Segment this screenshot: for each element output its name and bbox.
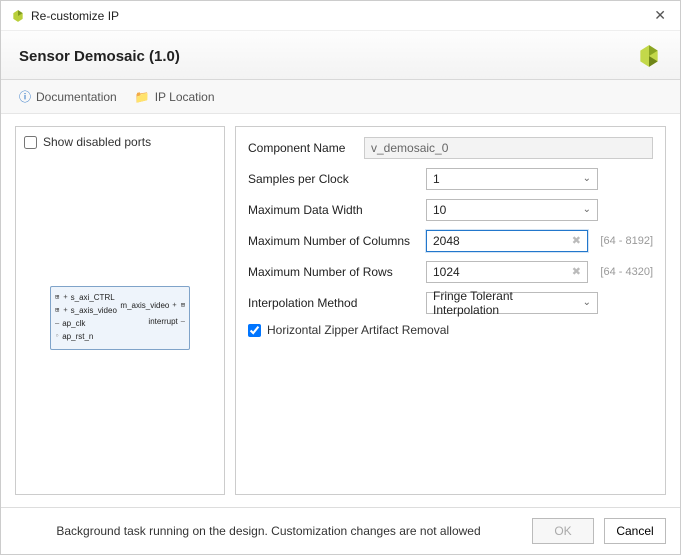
- max-data-width-row: Maximum Data Width 10 ⌄: [248, 199, 653, 221]
- header: Sensor Demosaic (1.0): [1, 31, 680, 80]
- max-data-width-label: Maximum Data Width: [248, 203, 418, 217]
- ip-block-diagram: ⊞ +s_axi_CTRL ⊞ +s_axis_video —ap_clk ◦a…: [24, 149, 216, 486]
- max-rows-label: Maximum Number of Rows: [248, 265, 418, 279]
- folder-icon: 📁: [135, 90, 150, 104]
- port-ap-clk: —ap_clk: [55, 319, 85, 328]
- dialog-window: Re-customize IP ✕ Sensor Demosaic (1.0) …: [0, 0, 681, 555]
- zipper-checkbox[interactable]: Horizontal Zipper Artifact Removal: [248, 323, 449, 337]
- samples-per-clock-label: Samples per Clock: [248, 172, 418, 186]
- titlebar: Re-customize IP ✕: [1, 1, 680, 31]
- port-interrupt: interrupt—: [148, 317, 185, 326]
- port-s-axis-video: ⊞ +s_axis_video: [55, 306, 117, 315]
- chevron-down-icon: ⌄: [583, 297, 591, 308]
- max-cols-field[interactable]: 2048 ✖: [426, 230, 588, 252]
- ports-panel: Show disabled ports ⊞ +s_axi_CTRL ⊞ +s_a…: [15, 126, 225, 495]
- zipper-checkbox-input[interactable]: [248, 324, 261, 337]
- clear-icon[interactable]: ✖: [570, 266, 582, 278]
- max-cols-range: [64 - 8192]: [600, 235, 653, 247]
- port-m-axis-video: m_axis_video+ ⊞: [120, 301, 185, 310]
- ip-location-label: IP Location: [155, 90, 215, 104]
- show-disabled-ports-input[interactable]: [24, 136, 37, 149]
- show-disabled-ports-checkbox[interactable]: Show disabled ports: [24, 135, 216, 149]
- config-panel: Component Name Samples per Clock 1 ⌄ Max…: [235, 126, 666, 495]
- max-rows-value: 1024: [433, 265, 460, 279]
- interp-method-row: Interpolation Method Fringe Tolerant Int…: [248, 292, 653, 314]
- interp-method-label: Interpolation Method: [248, 296, 418, 310]
- cancel-button[interactable]: Cancel: [604, 518, 666, 544]
- samples-per-clock-select[interactable]: 1 ⌄: [426, 168, 598, 190]
- ip-title: Sensor Demosaic (1.0): [19, 48, 636, 65]
- zipper-label: Horizontal Zipper Artifact Removal: [267, 323, 449, 337]
- documentation-label: Documentation: [36, 90, 117, 104]
- ip-block: ⊞ +s_axi_CTRL ⊞ +s_axis_video —ap_clk ◦a…: [50, 286, 190, 350]
- max-cols-value: 2048: [433, 234, 460, 248]
- max-cols-label: Maximum Number of Columns: [248, 234, 418, 248]
- close-icon[interactable]: ✕: [650, 7, 670, 24]
- zipper-row: Horizontal Zipper Artifact Removal: [248, 323, 653, 337]
- vendor-logo-icon: [636, 43, 662, 69]
- port-s-axi-ctrl: ⊞ +s_axi_CTRL: [55, 293, 115, 302]
- max-rows-field[interactable]: 1024 ✖: [426, 261, 588, 283]
- component-name-field[interactable]: [364, 137, 653, 159]
- max-data-width-value: 10: [433, 203, 446, 217]
- link-bar: ⓘ Documentation 📁 IP Location: [1, 80, 680, 114]
- body: Show disabled ports ⊞ +s_axi_CTRL ⊞ +s_a…: [1, 114, 680, 507]
- samples-per-clock-value: 1: [433, 172, 440, 186]
- ok-button: OK: [532, 518, 594, 544]
- interp-method-value: Fringe Tolerant Interpolation: [433, 289, 577, 317]
- max-rows-range: [64 - 4320]: [600, 266, 653, 278]
- status-message: Background task running on the design. C…: [15, 524, 522, 538]
- app-icon: [11, 9, 25, 23]
- component-name-label: Component Name: [248, 141, 356, 155]
- chevron-down-icon: ⌄: [583, 173, 591, 184]
- port-ap-rst-n: ◦ap_rst_n: [55, 332, 93, 341]
- ip-location-link[interactable]: 📁 IP Location: [135, 90, 215, 104]
- documentation-link[interactable]: ⓘ Documentation: [19, 88, 117, 105]
- samples-per-clock-row: Samples per Clock 1 ⌄: [248, 168, 653, 190]
- component-name-row: Component Name: [248, 137, 653, 159]
- footer: Background task running on the design. C…: [1, 507, 680, 554]
- window-title: Re-customize IP: [31, 9, 650, 23]
- max-cols-row: Maximum Number of Columns 2048 ✖ [64 - 8…: [248, 230, 653, 252]
- max-data-width-select[interactable]: 10 ⌄: [426, 199, 598, 221]
- chevron-down-icon: ⌄: [583, 204, 591, 215]
- info-icon: ⓘ: [19, 88, 31, 105]
- clear-icon[interactable]: ✖: [570, 235, 582, 247]
- max-rows-row: Maximum Number of Rows 1024 ✖ [64 - 4320…: [248, 261, 653, 283]
- show-disabled-ports-label: Show disabled ports: [43, 135, 151, 149]
- interp-method-select[interactable]: Fringe Tolerant Interpolation ⌄: [426, 292, 598, 314]
